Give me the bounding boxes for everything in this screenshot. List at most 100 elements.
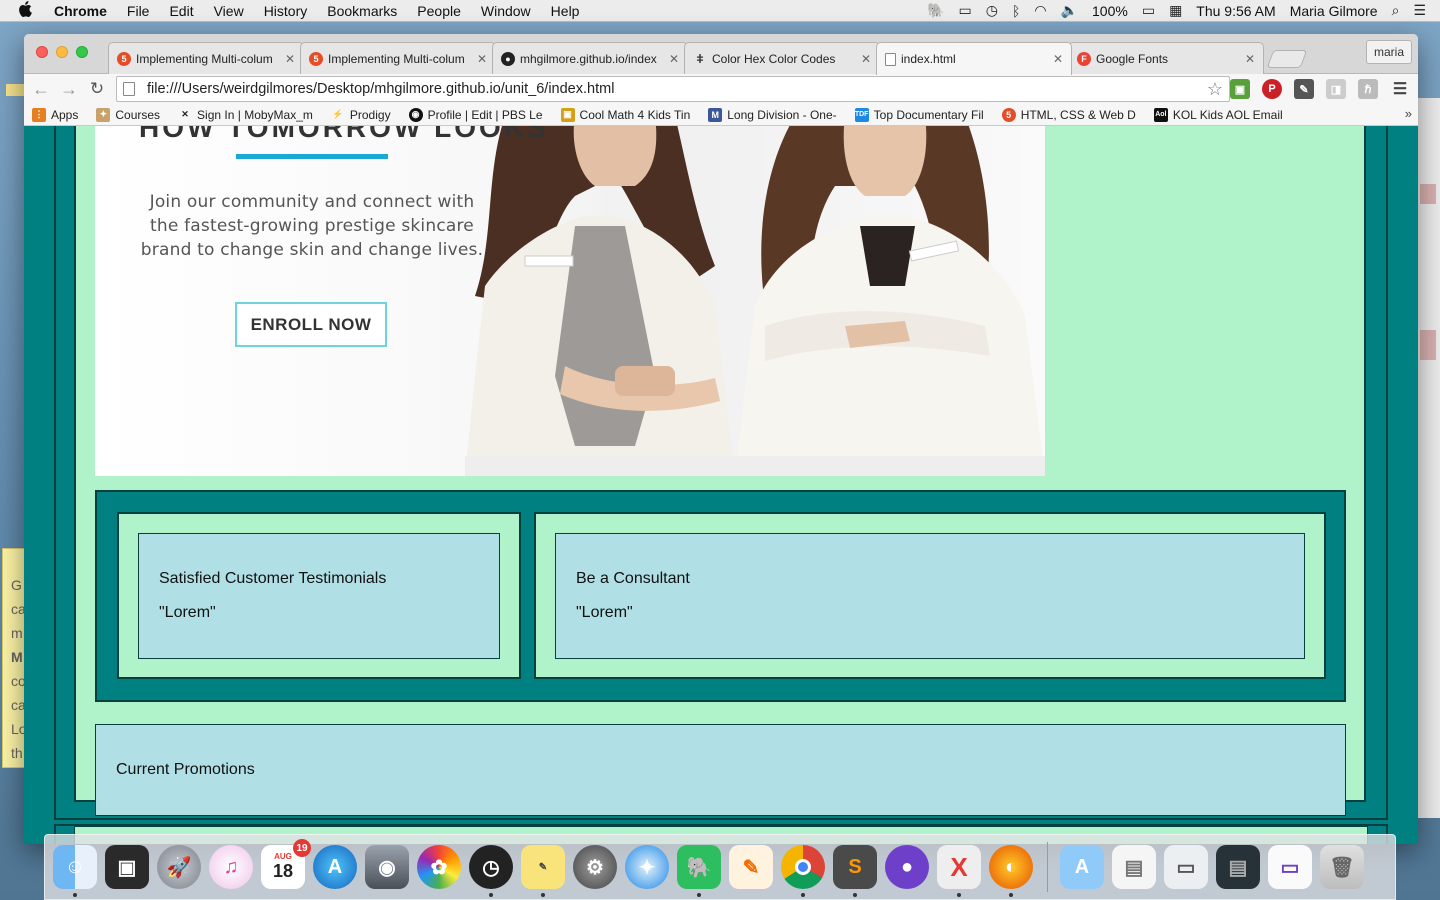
document-stack-icon[interactable]: ▤ [1112, 845, 1156, 889]
google-fonts-icon: F [1077, 51, 1091, 66]
tab-implementing-multicolumn-1[interactable]: 5 Implementing Multi-colum ✕ [108, 42, 304, 74]
wifi-icon[interactable]: ◠ [1034, 2, 1046, 19]
photo-booth-icon[interactable]: ▣ [105, 845, 149, 889]
applications-folder-icon[interactable]: A [1060, 845, 1104, 889]
tab-google-fonts[interactable]: F Google Fonts ✕ [1068, 42, 1264, 74]
battery-icon[interactable]: ▭ [1142, 2, 1155, 19]
menu-bookmarks[interactable]: Bookmarks [327, 3, 397, 19]
dock-separator [1047, 842, 1048, 892]
bookmark-top-documentary[interactable]: TDF Top Documentary Fil [854, 107, 984, 122]
input-menu-icon[interactable]: ▦ [1169, 2, 1182, 19]
evernote-clipper-icon[interactable]: ✎ [1294, 79, 1314, 99]
bluetooth-icon[interactable]: ᛒ [1012, 3, 1020, 19]
bookmark-mobymax[interactable]: ✕ Sign In | MobyMax_m [178, 108, 313, 122]
close-window-button[interactable] [36, 46, 48, 58]
sticky-line: Lo [11, 721, 26, 737]
menu-window[interactable]: Window [481, 3, 531, 19]
chrome-icon[interactable] [781, 845, 825, 897]
bookmark-apps[interactable]: ⋮ Apps [32, 107, 78, 122]
tab-github-index[interactable]: ● mhgilmore.github.io/index ✕ [492, 42, 688, 74]
extension-icon[interactable]: ℏ [1358, 79, 1378, 99]
pages-icon[interactable]: ✎ [729, 845, 773, 889]
bookmark-kol-kids[interactable]: Aol KOL Kids AOL Email [1153, 107, 1283, 122]
safari-icon[interactable]: ✦ [625, 845, 669, 889]
minimized-window-icon[interactable]: ▭ [1164, 845, 1208, 889]
bookmarks-overflow-icon[interactable]: » [1405, 106, 1412, 121]
menu-app-name[interactable]: Chrome [54, 3, 107, 19]
chrome-menu-icon[interactable]: ☰ [1390, 79, 1410, 99]
tab-label: index.html [901, 52, 956, 66]
close-icon[interactable]: ✕ [861, 52, 871, 66]
tab-implementing-multicolumn-2[interactable]: 5 Implementing Multi-colum ✕ [300, 42, 496, 74]
profile-button[interactable]: maria [1366, 40, 1412, 64]
menubar-user[interactable]: Maria Gilmore [1290, 3, 1378, 19]
evernote-status-icon[interactable]: 🐘 [927, 2, 944, 19]
address-bar[interactable]: file:///Users/weirdgilmores/Desktop/mhgi… [116, 76, 1230, 102]
evernote-icon[interactable]: 🐘 [677, 845, 721, 897]
menu-edit[interactable]: Edit [169, 3, 193, 19]
calendar-icon[interactable]: AUG 18 19 [261, 839, 311, 889]
time-machine-icon[interactable]: ◷ [986, 2, 998, 19]
bookmark-label: Profile | Edit | PBS Le [427, 107, 543, 122]
launchpad-icon[interactable]: 🚀 [157, 845, 201, 889]
github-desktop-icon[interactable]: ● [885, 845, 929, 889]
bookmark-label: Sign In | MobyMax_m [197, 107, 313, 122]
reload-icon[interactable]: ↻ [86, 79, 108, 99]
menu-file[interactable]: File [127, 3, 150, 19]
close-icon[interactable]: ✕ [477, 52, 487, 66]
image-capture-icon[interactable]: ◉ [365, 845, 409, 889]
maximize-window-button[interactable] [76, 46, 88, 58]
dashboard-icon[interactable]: ◷ [469, 845, 513, 897]
extension-icon[interactable]: ◨ [1326, 79, 1346, 99]
forward-arrow-icon[interactable]: → [58, 79, 80, 100]
enroll-now-button[interactable]: ENROLL NOW [235, 302, 387, 347]
menu-view[interactable]: View [214, 3, 244, 19]
volume-icon[interactable]: 🔈 [1061, 2, 1078, 19]
sublime-text-icon[interactable]: S [833, 845, 877, 897]
minimized-window-icon[interactable]: ▭ [1268, 845, 1312, 889]
stickies-icon[interactable]: ✎ [521, 845, 565, 897]
menu-people[interactable]: People [417, 3, 461, 19]
close-icon[interactable]: ✕ [1245, 52, 1255, 66]
tab-index-html[interactable]: index.html ✕ [876, 42, 1072, 75]
close-icon[interactable]: ✕ [285, 52, 295, 66]
tab-color-hex[interactable]: ǂ Color Hex Color Codes ✕ [684, 42, 880, 74]
notification-center-icon[interactable]: ☰ [1413, 2, 1426, 19]
tab-label: Color Hex Color Codes [712, 51, 836, 66]
new-tab-button[interactable] [1266, 50, 1308, 68]
x11-icon[interactable]: X [937, 845, 981, 897]
menu-history[interactable]: History [264, 3, 308, 19]
bookmark-prodigy[interactable]: ⚡ Prodigy [331, 108, 390, 122]
firefox-icon[interactable]: ◐ [989, 845, 1033, 897]
itunes-icon[interactable]: ♫ [209, 845, 253, 889]
photos-icon[interactable]: ✿ [417, 845, 461, 889]
pinterest-icon[interactable]: P [1262, 79, 1282, 99]
finder-icon[interactable]: ☺ [53, 845, 97, 897]
airplay-icon[interactable]: ▭ [959, 2, 972, 19]
bookmark-pbs[interactable]: ◉ Profile | Edit | PBS Le [408, 107, 543, 122]
back-arrow-icon[interactable]: ← [30, 79, 52, 100]
apple-icon[interactable] [18, 0, 36, 21]
menubar-clock[interactable]: Thu 9:56 AM [1196, 3, 1275, 19]
sticky-note[interactable]: G ca m M co ca Lo th [2, 548, 26, 768]
calendar-badge: 19 [293, 839, 311, 857]
app-store-icon[interactable]: A [313, 845, 357, 889]
print-friendly-icon[interactable]: ▣ [1230, 79, 1250, 99]
bookmark-coolmath[interactable]: ▣ Cool Math 4 Kids Tin [560, 107, 690, 122]
minimize-window-button[interactable] [56, 46, 68, 58]
bookmark-star-icon[interactable]: ☆ [1207, 79, 1223, 100]
consultant-title: Be a Consultant [576, 570, 690, 587]
bookmark-courses[interactable]: ✦ Courses [96, 107, 160, 122]
bookmark-long-division[interactable]: M Long Division - One- [708, 107, 837, 122]
menu-help[interactable]: Help [551, 3, 580, 19]
terminal-window-icon[interactable]: ▤ [1216, 845, 1260, 889]
battery-percent[interactable]: 100% [1092, 3, 1128, 19]
bookmark-html-css[interactable]: 5 HTML, CSS & Web D [1001, 107, 1136, 122]
close-icon[interactable]: ✕ [669, 52, 679, 66]
spotlight-search-icon[interactable]: ⌕ [1392, 2, 1400, 19]
close-icon[interactable]: ✕ [1053, 52, 1063, 66]
trash-icon[interactable]: 🗑 [1320, 845, 1364, 889]
page-icon [123, 82, 135, 96]
promotions-title: Current Promotions [116, 761, 255, 778]
system-preferences-icon[interactable]: ⚙ [573, 845, 617, 889]
